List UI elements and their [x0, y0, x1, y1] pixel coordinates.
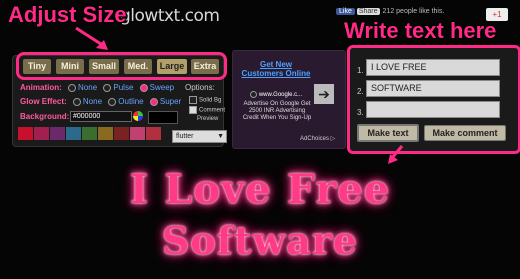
animation-none-label: None	[78, 83, 98, 92]
line-number-1: 1.	[357, 66, 364, 75]
callout-arrow-icon	[75, 26, 108, 50]
swatch-1[interactable]	[34, 127, 49, 140]
swatch-7[interactable]	[130, 127, 145, 140]
comment-checkbox[interactable]	[189, 105, 197, 114]
color-wheel-icon[interactable]	[132, 110, 144, 122]
text-line-3-input[interactable]	[366, 101, 500, 118]
size-med-button[interactable]: Med.	[124, 59, 152, 74]
size-selector: Tiny Mini Small Med. Large Extra	[16, 52, 227, 80]
swatch-0[interactable]	[18, 127, 33, 140]
solid-bg-checkbox[interactable]	[189, 96, 197, 104]
size-extra-button[interactable]: Extra	[191, 59, 219, 74]
glow-text-line-2: Software	[161, 218, 359, 263]
animation-pulse-label: Pulse	[113, 83, 134, 92]
font-select[interactable]: flutter ▼	[172, 130, 227, 143]
background-color-input[interactable]: #000000	[70, 111, 132, 122]
ad-url[interactable]: www.Google.c...	[240, 91, 312, 99]
share-button[interactable]: Share	[356, 8, 380, 15]
glow-outline-label: Outline	[118, 97, 144, 106]
swatch-5[interactable]	[98, 127, 113, 140]
ad-url-icon	[249, 91, 257, 98]
options-label: Options:	[185, 83, 215, 92]
animation-label: Animation:	[20, 83, 62, 92]
swatch-3[interactable]	[66, 127, 81, 140]
background-label: Background:	[20, 112, 70, 121]
ad-arrow-button[interactable]: ➔	[314, 84, 334, 104]
size-large-button[interactable]: Large	[157, 59, 187, 74]
text-line-1-input[interactable]: I LOVE FREE	[366, 59, 500, 76]
size-mini-button[interactable]: Mini	[56, 59, 84, 74]
swatch-2[interactable]	[50, 127, 65, 140]
glow-outline-radio[interactable]	[108, 97, 117, 106]
animation-pulse-radio[interactable]	[103, 83, 112, 92]
like-button[interactable]: Like	[336, 8, 355, 15]
chevron-down-icon: ▼	[217, 133, 224, 140]
swatch-6[interactable]	[114, 127, 129, 140]
color-swatches	[18, 127, 166, 140]
like-count: 212 people like this.	[382, 8, 445, 15]
background-row: Background:	[20, 112, 69, 121]
adjust-size-callout: Adjust Size	[8, 2, 127, 27]
animation-none-radio[interactable]	[68, 83, 77, 92]
preview-label: Preview	[197, 116, 219, 123]
line-number-3: 3.	[357, 108, 364, 117]
ad-body: Advertise On Google Get 2500 INR Adverti…	[242, 101, 312, 121]
solid-bg-label: Solid Bg	[199, 97, 222, 104]
swatch-4[interactable]	[82, 127, 97, 140]
size-small-button[interactable]: Small	[89, 59, 119, 74]
adchoices-link[interactable]: AdChoices ▷	[300, 135, 335, 142]
animation-sweep-radio[interactable]	[139, 83, 148, 92]
write-text-callout: Write text here	[344, 18, 497, 43]
ad-title-link[interactable]: Get New Customers Online	[240, 60, 312, 78]
ad-url-text: www.Google.c...	[258, 92, 303, 99]
glow-effect-row: Glow Effect: None Outline Super	[20, 97, 181, 106]
swatch-8[interactable]	[146, 127, 161, 140]
background-color-preview	[148, 111, 178, 124]
animation-row: Animation: None Pulse Sweep	[20, 83, 174, 92]
glow-effect-label: Glow Effect:	[20, 97, 67, 106]
options-checkboxes: Solid Bg Comment Preview	[185, 96, 225, 124]
glow-text-line-1: I Love Free	[129, 166, 391, 213]
glow-super-label: Super	[159, 97, 182, 106]
glow-super-radio[interactable]	[149, 97, 158, 106]
site-logo[interactable]: glowtxt.com	[120, 6, 220, 26]
line-number-2: 2.	[357, 87, 364, 96]
glow-none-radio[interactable]	[72, 97, 81, 106]
animation-sweep-label: Sweep	[149, 83, 175, 92]
make-text-button[interactable]: Make text	[357, 124, 419, 142]
pointer-arrow-icon	[388, 145, 404, 164]
comment-label: Comment	[199, 107, 226, 114]
font-select-value: flutter	[176, 133, 194, 140]
make-comment-button[interactable]: Make comment	[424, 125, 506, 141]
glow-none-label: None	[82, 97, 103, 106]
text-line-2-input[interactable]: SOFTWARE	[366, 80, 500, 97]
size-tiny-button[interactable]: Tiny	[23, 59, 51, 74]
